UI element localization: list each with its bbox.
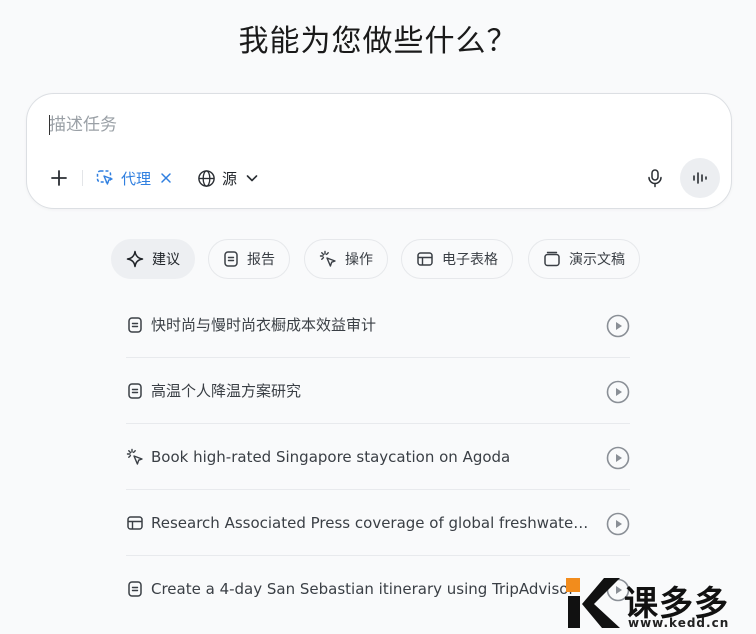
document-icon	[128, 316, 142, 333]
watermark-url: www.kedd.cn	[628, 616, 730, 630]
table-icon	[417, 252, 433, 266]
kedd-logo-icon	[566, 578, 620, 628]
category-tabs: 建议 报告 操作 电子表格 演示文稿	[0, 239, 756, 279]
task-composer: 代理 源	[26, 93, 732, 209]
suggestion-text: Create a 4-day San Sebastian itinerary u…	[151, 580, 575, 598]
page-title: 我能为您做些什么？	[238, 24, 518, 59]
tab-reports[interactable]: 报告	[208, 239, 290, 279]
sparkle-icon	[126, 250, 144, 268]
agent-chip[interactable]: 代理	[95, 162, 173, 194]
cursor-click-icon	[126, 448, 143, 465]
suggestion-list: 快时尚与慢时尚衣橱成本效益审计 高温个人降温方案研究 Book high-rat…	[126, 292, 630, 622]
suggestion-item[interactable]: Create a 4-day San Sebastian itinerary u…	[126, 556, 630, 622]
voice-wave-icon	[693, 172, 707, 184]
slides-icon	[544, 251, 560, 267]
tab-label: 电子表格	[442, 252, 498, 268]
text-caret	[49, 115, 50, 135]
watermark-logo: 课多多 www.kedd.cn	[558, 574, 756, 634]
document-icon	[128, 581, 142, 597]
tab-actions[interactable]: 操作	[304, 239, 388, 279]
tab-label: 演示文稿	[569, 252, 625, 268]
play-icon[interactable]	[606, 512, 630, 536]
microphone-button[interactable]	[639, 162, 671, 194]
close-icon[interactable]	[159, 171, 173, 185]
document-icon	[128, 382, 142, 399]
suggestion-item[interactable]: Research Associated Press coverage of gl…	[126, 490, 630, 556]
tab-label: 报告	[247, 252, 275, 268]
source-label: 源	[222, 169, 238, 188]
suggestion-item[interactable]: 快时尚与慢时尚衣橱成本效益审计	[126, 292, 630, 358]
tab-spreadsheets[interactable]: 电子表格	[401, 239, 513, 279]
tab-label: 建议	[152, 252, 180, 268]
tab-suggestions[interactable]: 建议	[111, 239, 195, 279]
suggestion-item[interactable]: Book high-rated Singapore staycation on …	[126, 424, 630, 490]
suggestion-text: 高温个人降温方案研究	[151, 382, 302, 400]
voice-mode-button[interactable]	[680, 158, 720, 198]
globe-icon	[198, 169, 215, 187]
microphone-icon	[648, 169, 662, 188]
table-icon	[127, 515, 143, 530]
play-icon[interactable]	[606, 446, 630, 470]
agent-cursor-icon	[96, 170, 113, 185]
toolbar-divider	[82, 170, 83, 186]
plus-icon	[51, 170, 67, 186]
suggestion-item[interactable]: 高温个人降温方案研究	[126, 358, 630, 424]
play-icon[interactable]	[606, 314, 630, 338]
agent-chip-label: 代理	[121, 169, 152, 188]
source-selector[interactable]: 源	[197, 162, 259, 194]
play-icon[interactable]	[606, 380, 630, 404]
task-input[interactable]	[49, 110, 649, 140]
suggestion-text: Book high-rated Singapore staycation on …	[151, 447, 511, 466]
add-button[interactable]	[43, 162, 75, 194]
suggestion-text: Research Associated Press coverage of gl…	[151, 513, 591, 532]
composer-toolbar: 代理 源	[27, 158, 731, 198]
cursor-click-icon	[319, 250, 336, 267]
tab-label: 操作	[345, 252, 373, 268]
tab-presentations[interactable]: 演示文稿	[528, 239, 640, 279]
document-icon	[224, 251, 238, 267]
chevron-down-icon	[246, 175, 258, 182]
suggestion-text: 快时尚与慢时尚衣橱成本效益审计	[151, 316, 377, 334]
